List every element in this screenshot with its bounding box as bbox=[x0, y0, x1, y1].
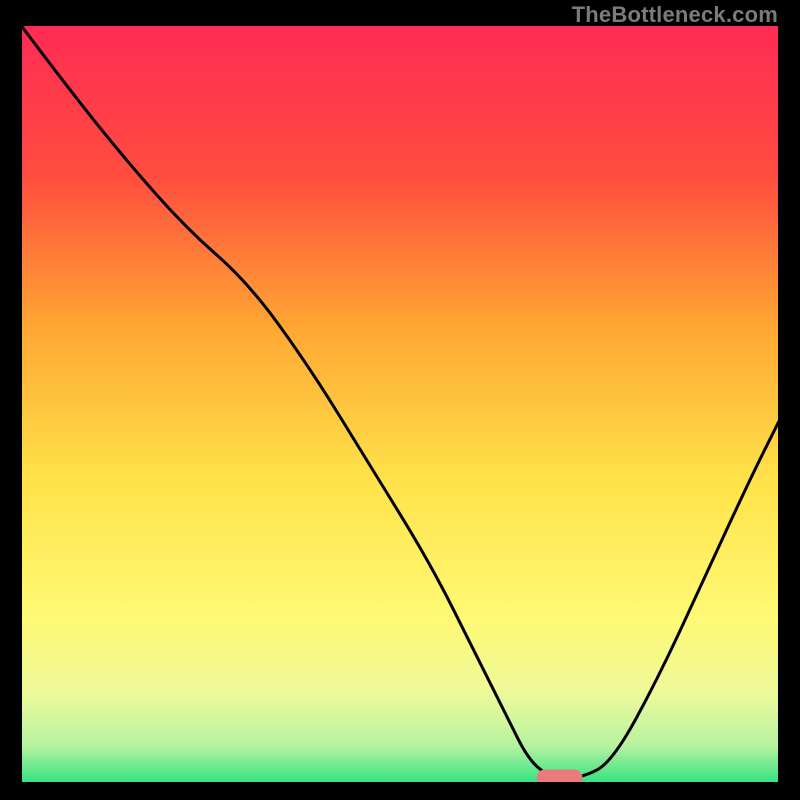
chart-frame bbox=[20, 24, 780, 784]
bottleneck-chart bbox=[20, 24, 780, 784]
chart-background bbox=[20, 24, 780, 784]
optimal-marker bbox=[537, 770, 583, 784]
